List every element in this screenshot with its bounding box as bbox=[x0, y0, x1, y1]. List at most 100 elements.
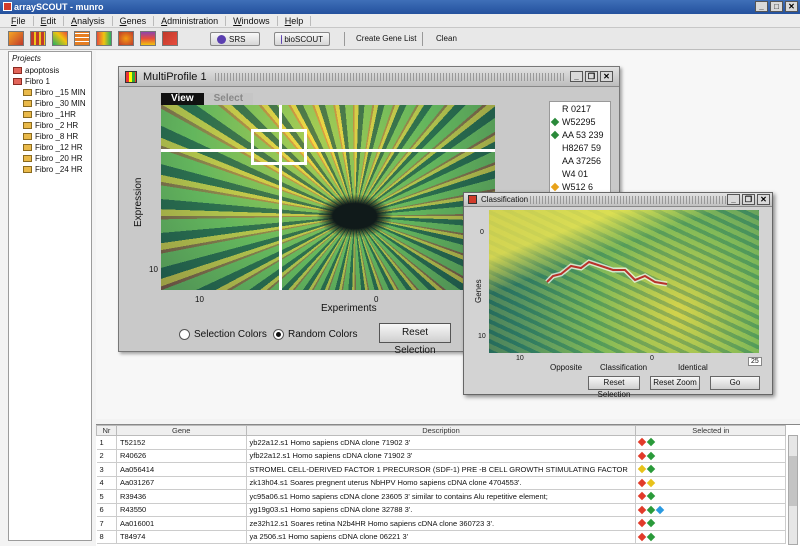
maximize-button[interactable]: □ bbox=[770, 1, 783, 12]
selection-colors-option[interactable]: Selection Colors bbox=[179, 329, 267, 340]
heatmap-icon[interactable] bbox=[96, 31, 112, 46]
crosshair-horizontal[interactable] bbox=[161, 149, 495, 152]
project-item[interactable]: Fibro _20 HR bbox=[9, 153, 91, 164]
menu-file[interactable]: File bbox=[4, 15, 34, 26]
menu-analysis[interactable]: Analysis bbox=[64, 15, 113, 26]
menu-administration[interactable]: Administration bbox=[154, 15, 227, 26]
cl-reset-selection-button[interactable]: Reset Selection bbox=[588, 376, 640, 399]
menu-help[interactable]: Help bbox=[278, 15, 312, 26]
reset-zoom-button[interactable]: Reset Zoom bbox=[650, 376, 700, 390]
tab-select[interactable]: Select bbox=[203, 93, 254, 105]
cluster-icon[interactable] bbox=[118, 31, 134, 46]
classification-plot[interactable] bbox=[489, 210, 759, 353]
gene-list-item[interactable]: AA 53 239 bbox=[550, 128, 610, 141]
cell-selected-in bbox=[635, 435, 786, 450]
gene-icon[interactable] bbox=[162, 31, 178, 46]
expression-heatmap[interactable] bbox=[161, 105, 495, 290]
col-header-nr[interactable]: Nr bbox=[96, 425, 117, 436]
classification-trace bbox=[545, 259, 668, 287]
cl-minimize-button[interactable]: _ bbox=[727, 194, 740, 205]
table-row[interactable]: 2 R40626 yfb22a12.s1 Homo sapiens cDNA clo… bbox=[96, 449, 786, 463]
bioscout-button[interactable]: bioSCOUT bbox=[274, 32, 330, 46]
classification-titlebar[interactable]: Classification _ ❐ ✕ bbox=[464, 193, 772, 207]
zoom-value-field[interactable]: 25 bbox=[748, 357, 762, 366]
project-item[interactable]: Fibro _2 HR bbox=[9, 120, 91, 131]
cell-desc: yg19g03.s1 Homo sapiens cDNA clone 32788… bbox=[246, 503, 637, 517]
project-item-label: apoptosis bbox=[25, 66, 60, 75]
projects-tree: apoptosis Fibro 1 Fibro _15 MIN Fibro _30 M… bbox=[9, 65, 91, 175]
project-item[interactable]: Fibro _24 HR bbox=[9, 164, 91, 175]
selection-marker-icon bbox=[638, 465, 647, 474]
classification-window: Classification _ ❐ ✕ Genes 0 10 10 0 Opp… bbox=[463, 192, 773, 399]
project-item[interactable]: Fibro _30 MIN bbox=[9, 98, 91, 109]
project-item[interactable]: Fibro _12 HR bbox=[9, 142, 91, 153]
folder-icon bbox=[23, 122, 32, 129]
project-item[interactable]: apoptosis bbox=[9, 65, 91, 76]
table-row[interactable]: 7 Aa016001 ze32h12.s1 Soares retina N2b4HR… bbox=[96, 516, 786, 531]
project-item[interactable]: Fibro _1HR bbox=[9, 109, 91, 120]
gene-list-item[interactable]: W52295 bbox=[550, 115, 610, 128]
gene-list-label: H8267 59 bbox=[562, 142, 602, 153]
selection-box[interactable] bbox=[251, 129, 307, 165]
menu-genes[interactable]: Genes bbox=[113, 15, 155, 26]
menu-edit[interactable]: Edit bbox=[34, 15, 65, 26]
gene-list-item[interactable]: W4 01 bbox=[550, 167, 610, 180]
open-project-icon[interactable] bbox=[8, 31, 24, 46]
cell-gene: Aa056414 bbox=[116, 462, 247, 477]
go-button[interactable]: Go bbox=[710, 376, 760, 390]
table-row[interactable]: 6 R43550 yg19g03.s1 Homo sapiens cDNA clon… bbox=[96, 503, 786, 517]
cl-restore-button[interactable]: ❐ bbox=[742, 194, 755, 205]
multiprofile-titlebar[interactable]: MultiProfile 1 _ ❐ ✕ bbox=[119, 67, 619, 87]
table-row[interactable]: 1 T52152 yb22a12.s1 Homo sapiens cDNA clon… bbox=[96, 435, 786, 450]
random-colors-option[interactable]: Random Colors bbox=[273, 329, 357, 340]
gene-list-item[interactable]: R 0217 bbox=[550, 102, 610, 115]
random-colors-radio[interactable] bbox=[273, 329, 284, 340]
app-titlebar: arraySCOUT - munro _ □ ✕ bbox=[0, 0, 800, 14]
scrollbar-thumb[interactable] bbox=[789, 456, 797, 506]
line-chart-icon[interactable] bbox=[52, 31, 68, 46]
profile-icon[interactable] bbox=[140, 31, 156, 46]
project-item[interactable]: Fibro _8 HR bbox=[9, 131, 91, 142]
gene-list-item[interactable]: AA 37256 bbox=[550, 154, 610, 167]
random-colors-label: Random Colors bbox=[288, 329, 358, 340]
col-header-gene[interactable]: Gene bbox=[115, 425, 247, 436]
project-item[interactable]: Fibro _15 MIN bbox=[9, 87, 91, 98]
table-row[interactable]: 8 T84974 ya 2506.s1 Homo sapiens cDNA clon… bbox=[96, 530, 786, 544]
folder-icon bbox=[13, 78, 22, 85]
folder-icon bbox=[23, 111, 32, 118]
table-icon[interactable] bbox=[74, 31, 90, 46]
selection-marker-icon bbox=[638, 478, 647, 487]
y-tick: 10 bbox=[478, 333, 486, 340]
reset-selection-button[interactable]: Reset Selection bbox=[379, 323, 451, 356]
project-item[interactable]: Fibro 1 bbox=[9, 76, 91, 87]
srs-icon bbox=[217, 34, 226, 44]
menu-windows[interactable]: Windows bbox=[226, 15, 278, 26]
app-title: arraySCOUT - munro bbox=[14, 2, 104, 12]
mp-minimize-button[interactable]: _ bbox=[570, 71, 583, 82]
col-header-selected-in[interactable]: Selected in bbox=[635, 425, 786, 436]
bar-chart-icon[interactable] bbox=[30, 31, 46, 46]
close-button[interactable]: ✕ bbox=[785, 1, 798, 12]
cell-nr: 6 bbox=[96, 503, 117, 517]
clean-button[interactable]: Clean bbox=[436, 34, 457, 43]
create-gene-list-button[interactable]: Create Gene List bbox=[356, 34, 416, 43]
selection-colors-radio[interactable] bbox=[179, 329, 190, 340]
folder-icon bbox=[23, 155, 32, 162]
tab-view[interactable]: View bbox=[161, 93, 204, 105]
minimize-button[interactable]: _ bbox=[755, 1, 768, 12]
table-row[interactable]: 3 Aa056414 STROMEL CELL-DERIVED FACTOR 1 P… bbox=[96, 462, 786, 477]
multiprofile-icon bbox=[125, 71, 137, 83]
y-tick: 0 bbox=[480, 229, 484, 236]
cl-close-button[interactable]: ✕ bbox=[757, 194, 770, 205]
table-row[interactable]: 5 R39436 yc95a06.s1 Homo sapiens cDNA clon… bbox=[96, 489, 786, 504]
srs-button[interactable]: SRS bbox=[210, 32, 260, 46]
table-scrollbar[interactable] bbox=[788, 435, 798, 545]
cell-gene: R39436 bbox=[116, 489, 247, 504]
col-header-description[interactable]: Description bbox=[245, 425, 637, 436]
mp-close-button[interactable]: ✕ bbox=[600, 71, 613, 82]
gene-list-item[interactable]: H8267 59 bbox=[550, 141, 610, 154]
table-row[interactable]: 4 Aa031267 zk13h04.s1 Soares pregnent uter… bbox=[96, 476, 786, 490]
project-item-label: Fibro _30 MIN bbox=[35, 99, 86, 108]
mp-restore-button[interactable]: ❐ bbox=[585, 71, 598, 82]
cell-nr: 2 bbox=[96, 449, 117, 463]
